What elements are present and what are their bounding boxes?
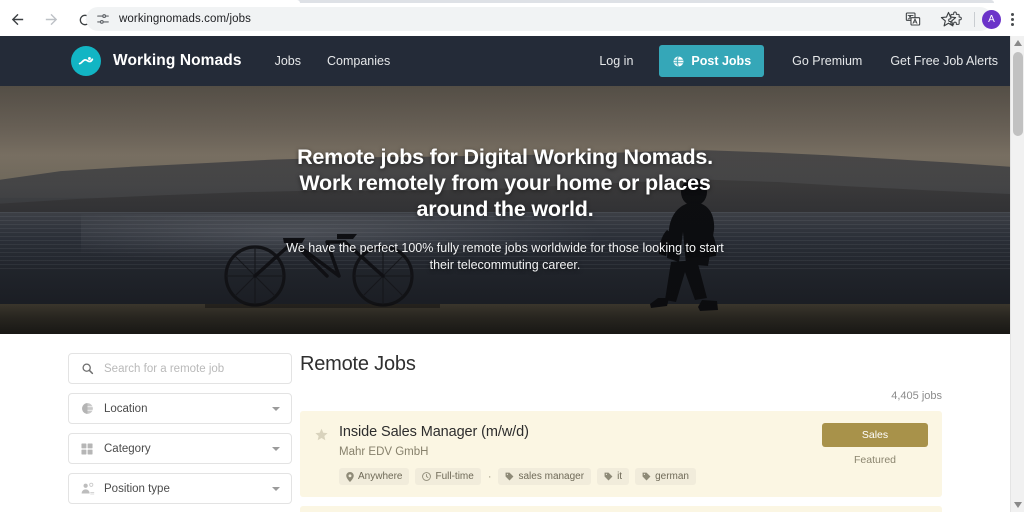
nav-item-job-alerts[interactable]: Get Free Job Alerts [890,54,998,68]
browser-chrome: workingnomads.com/jobs [0,0,1024,36]
brand-name: Working Nomads [113,52,242,70]
filter-position-type-label: Position type [104,483,170,495]
job-tag-label: Anywhere [358,471,402,482]
primary-nav: Jobs Companies [275,54,391,68]
translate-icon[interactable] [901,7,925,31]
job-tag-job-type[interactable]: Full-time [415,468,480,485]
job-listing-row[interactable]: Inside Sales Manager (m/w/d) Mahr EDV Gm… [300,411,942,497]
hero-subtitle: We have the perfect 100% fully remote jo… [280,240,730,274]
search-placeholder: Search for a remote job [104,363,224,375]
post-jobs-button[interactable]: Post Jobs [659,45,764,77]
grid-icon [79,441,95,457]
page-title: Remote Jobs [300,353,942,376]
job-listing-row[interactable]: Data Analyst - No Experience Required Ad… [300,506,942,512]
chevron-down-icon[interactable] [272,447,280,451]
address-bar[interactable]: workingnomads.com/jobs [86,7,992,31]
person-briefcase-icon [79,481,95,497]
browser-window: workingnomads.com/jobs [0,0,1024,512]
scrollbar-thumb[interactable] [1013,52,1023,136]
job-tag-label: sales manager [518,471,584,482]
job-tag-keyword[interactable]: it [597,468,629,485]
tag-icon [505,472,514,481]
chevron-down-icon[interactable] [272,407,280,411]
search-input[interactable]: Search for a remote job [68,353,292,384]
site-navbar: Working Nomads Jobs Companies Log in [0,36,1010,86]
job-tag-keyword[interactable]: sales manager [498,468,591,485]
page-content: Working Nomads Jobs Companies Log in [0,36,1010,512]
scroll-down-arrow-icon[interactable] [1011,498,1024,512]
nav-item-login[interactable]: Log in [599,54,633,68]
nav-item-jobs[interactable]: Jobs [275,54,301,68]
filter-category[interactable]: Category [68,433,292,464]
chevron-down-icon[interactable] [272,487,280,491]
job-tag-label: it [617,471,622,482]
wave-circle-logo-icon [71,46,101,76]
filter-position-type[interactable]: Position type [68,473,292,504]
search-icon [79,361,95,377]
category-badge[interactable]: Sales [822,423,928,447]
scroll-up-arrow-icon[interactable] [1011,36,1024,50]
nav-item-companies[interactable]: Companies [327,54,390,68]
globe-icon [79,401,95,417]
tune-icon[interactable] [94,10,112,28]
jobs-main: Remote Jobs 4,405 jobs Inside Sales Mana [300,353,1010,512]
clock-icon [422,472,431,481]
filter-location[interactable]: Location [68,393,292,424]
job-badge-area: Sales Featured [822,423,928,466]
post-jobs-label: Post Jobs [691,54,751,68]
globe-icon [672,55,685,68]
forward-arrow-icon [43,11,60,28]
filter-category-label: Category [104,443,151,455]
content-area: Search for a remote job Location [0,334,1010,512]
nav-item-go-premium[interactable]: Go Premium [792,54,862,68]
toolbar-divider [974,12,975,27]
hero-copy: Remote jobs for Digital Working Nomads. … [0,86,1010,334]
secondary-nav: Log in Post Jobs Go Premium Get Free Jo [571,36,998,86]
hero-banner: Remote jobs for Digital Working Nomads. … [0,86,1010,334]
back-arrow-icon [9,11,26,28]
job-tag-location[interactable]: Anywhere [339,468,409,485]
extensions-puzzle-icon[interactable] [943,7,967,31]
page-scrollbar[interactable] [1010,36,1024,512]
back-button[interactable] [0,3,34,36]
job-tags: Anywhere [339,468,928,485]
tag-icon [642,472,651,481]
chrome-toolbar-right: A [943,6,1020,32]
job-tag-label: Full-time [435,471,473,482]
url-text: workingnomads.com/jobs [119,13,251,25]
hero-title: Remote jobs for Digital Working Nomads. … [275,144,735,222]
page-viewport: Working Nomads Jobs Companies Log in [0,36,1024,512]
jobs-count: 4,405 jobs [300,390,942,402]
tag-icon [604,472,613,481]
featured-label: Featured [822,454,928,466]
job-tag-label: german [655,471,689,482]
tab-strip [0,0,1024,3]
forward-button[interactable] [34,3,68,36]
job-tag-keyword[interactable]: german [635,468,696,485]
filter-location-label: Location [104,403,147,415]
profile-avatar[interactable]: A [982,10,1001,29]
tag-separator-dot: · [487,471,493,483]
pin-icon [346,472,354,482]
star-icon[interactable] [314,427,329,442]
brand-logo-link[interactable]: Working Nomads [71,46,242,76]
chrome-menu-button[interactable] [1004,11,1020,27]
filters-sidebar: Search for a remote job Location [0,353,300,512]
